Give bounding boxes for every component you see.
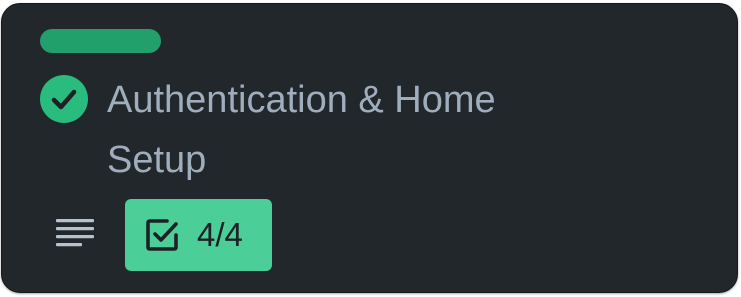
- check-circle-icon[interactable]: [40, 75, 88, 123]
- checkbox-checked-icon: [146, 219, 178, 251]
- checklist-count: 4/4: [197, 216, 243, 253]
- description-lines-icon: [54, 215, 98, 255]
- card-title: Authentication & Home Setup: [107, 79, 496, 181]
- checklist-badge[interactable]: 4/4: [125, 199, 272, 271]
- card-cover-label[interactable]: [40, 29, 161, 53]
- task-card[interactable]: Authentication & Home Setup 4/4: [1, 3, 738, 293]
